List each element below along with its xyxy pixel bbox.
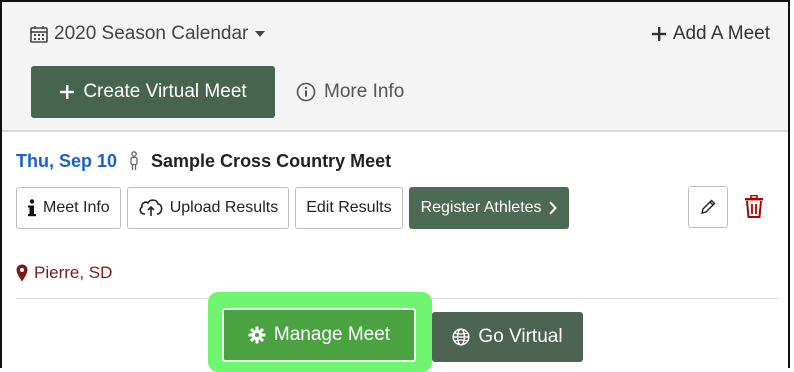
- map-marker-icon: [16, 264, 28, 282]
- upload-results-label: Upload Results: [169, 199, 279, 216]
- meet-header: Thu, Sep 10 Sample Cross Country Meet: [16, 146, 391, 176]
- more-info-label: More Info: [324, 81, 405, 102]
- add-meet-label: Add A Meet: [672, 23, 770, 44]
- info-icon: [27, 199, 37, 217]
- go-virtual-button[interactable]: Go Virtual: [432, 312, 583, 362]
- meet-card: Thu, Sep 10 Sample Cross Country Meet Me…: [2, 132, 788, 372]
- meet-info-label: Meet Info: [43, 199, 110, 216]
- plus-icon: [651, 26, 667, 42]
- meet-name[interactable]: Sample Cross Country Meet: [151, 151, 391, 172]
- edit-results-label: Edit Results: [306, 199, 392, 216]
- meet-date[interactable]: Thu, Sep 10: [16, 151, 117, 172]
- caret-down-icon: [254, 30, 266, 38]
- create-virtual-meet-button[interactable]: Create Virtual Meet: [31, 66, 275, 118]
- info-circle-icon: [296, 82, 316, 102]
- season-calendar-dropdown[interactable]: 2020 Season Calendar: [30, 16, 266, 52]
- register-athletes-label: Register Athletes: [420, 199, 542, 216]
- meet-action-row: Meet Info Upload Results Edit Results Re…: [16, 186, 569, 230]
- more-info-link[interactable]: More Info: [296, 66, 404, 118]
- calendar-icon: [30, 25, 48, 43]
- cloud-upload-icon: [138, 198, 164, 218]
- pencil-icon: [699, 198, 717, 216]
- chevron-right-icon: [548, 201, 557, 215]
- create-virtual-meet-label: Create Virtual Meet: [83, 81, 247, 102]
- go-virtual-label: Go Virtual: [478, 326, 563, 347]
- manage-meet-button[interactable]: Manage Meet: [222, 308, 416, 362]
- globe-icon: [452, 328, 470, 346]
- runner-icon: [127, 151, 141, 171]
- upload-results-button[interactable]: Upload Results: [126, 187, 290, 229]
- season-calendar-label: 2020 Season Calendar: [54, 23, 249, 44]
- edit-meet-button[interactable]: [688, 186, 728, 228]
- meet-info-button[interactable]: Meet Info: [16, 187, 121, 229]
- add-meet-link[interactable]: Add A Meet: [651, 16, 770, 52]
- meet-location: Pierre, SD: [16, 260, 112, 286]
- plus-icon: [59, 84, 75, 100]
- edit-results-button[interactable]: Edit Results: [295, 187, 403, 229]
- location-label: Pierre, SD: [34, 263, 113, 282]
- manage-meet-label: Manage Meet: [273, 324, 391, 345]
- season-panel: 2020 Season Calendar Add A Meet Create V…: [0, 0, 790, 372]
- calendar-toolbar: 2020 Season Calendar Add A Meet Create V…: [2, 2, 788, 130]
- register-athletes-button[interactable]: Register Athletes: [408, 187, 569, 229]
- trash-icon: [744, 195, 764, 219]
- gear-icon: [248, 326, 266, 344]
- delete-meet-button[interactable]: [739, 186, 769, 228]
